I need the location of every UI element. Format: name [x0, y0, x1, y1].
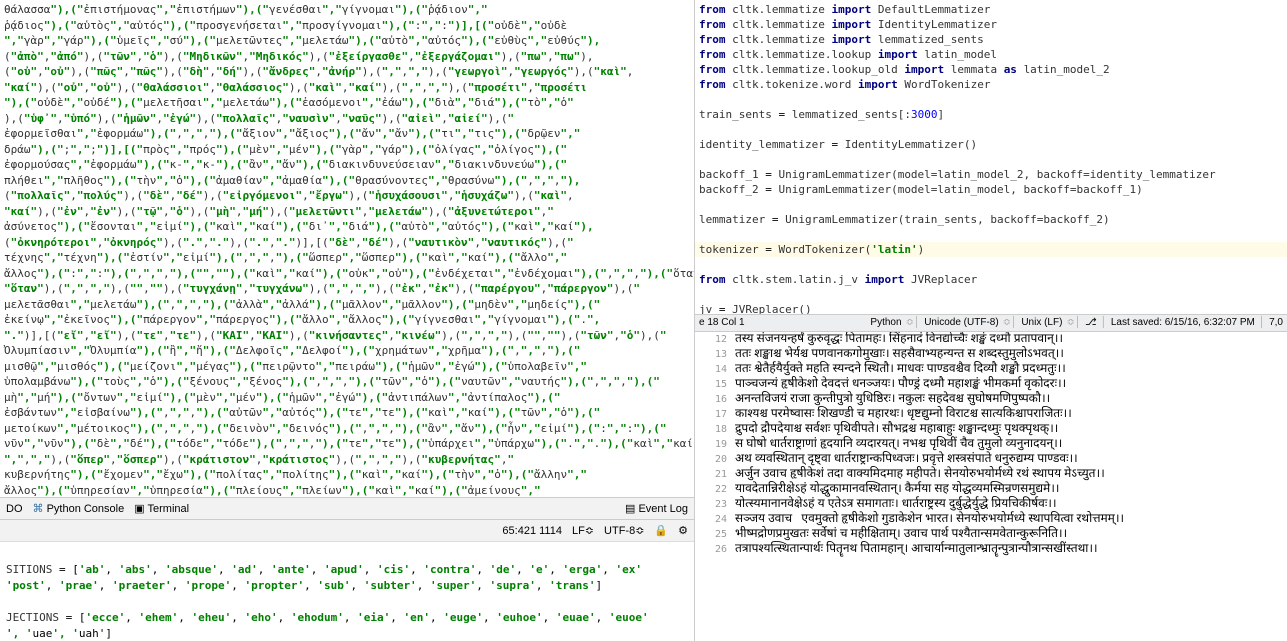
sanskrit-text: तत्रापश्यत्स्थितान्पार्थः पितॄनथ पितामहा…: [735, 542, 1097, 557]
sanskrit-panel[interactable]: 12तस्य संजनयन्हर्षं कुरुवृद्धः पितामहः। …: [695, 332, 1287, 641]
sanskrit-text: काश्यश्च परमेष्वासः शिखण्डी च महारथः। धृ…: [735, 407, 1072, 422]
line-number: 23: [695, 497, 735, 512]
line-row: 12तस्य संजनयन्हर्षं कुरुवृद्धः पितामहः। …: [695, 332, 1287, 347]
right-statusbar: e 18 Col 1 Python ≎│ Unicode (UTF-8) ≎│ …: [695, 314, 1287, 332]
line-row: 23योत्स्यमानानवेक्षेऽहं य एतेऽत्र समागता…: [695, 497, 1287, 512]
sanskrit-text: भीष्मद्रोणप्रमुखतः सर्वेषां च महीक्षिताम…: [735, 527, 1067, 542]
line-number: 22: [695, 482, 735, 497]
python-icon: ⌘: [33, 503, 44, 515]
line-number: 26: [695, 542, 735, 557]
sanskrit-text: यावदेतान्निरीक्षेऽहं योद्धुकामानवस्थितान…: [735, 482, 1059, 497]
sanskrit-text: तस्य संजनयन्हर्षं कुरुवृद्धः पितामहः। सि…: [735, 332, 1063, 347]
cursor-position: 65:421 1114: [502, 525, 562, 537]
encoding-selector[interactable]: Unicode (UTF-8): [924, 317, 998, 328]
sanskrit-text: अथ व्यवस्थितान् दृष्ट्वा धार्तराष्ट्रान्…: [735, 452, 1078, 467]
line-number: 15: [695, 377, 735, 392]
last-saved-label: Last saved: 6/15/16, 6:32:07 PM: [1111, 317, 1255, 328]
line-ending-selector[interactable]: Unix (LF): [1021, 317, 1062, 328]
latin-lists-panel[interactable]: SITIONS = ['ab', 'abs', 'absque', 'ad', …: [0, 541, 694, 641]
line-number: 24: [695, 512, 735, 527]
python-console-tab[interactable]: ⌘ Python Console: [33, 502, 125, 515]
line-row: 16अनन्तविजयं राजा कुन्तीपुत्रो युधिष्ठिर…: [695, 392, 1287, 407]
line-number: 18: [695, 422, 735, 437]
left-statusbar: 65:421 1114 LF≎ UTF-8≎ 🔒 ⚙: [0, 519, 694, 541]
greek-tuples-editor[interactable]: θάλασσα"),("ἐπιστήμονας","ἐπιστήμων"),("…: [0, 0, 694, 497]
line-row: 15पाञ्चजन्यं हृषीकेशो देवदत्तं धनञ्जयः। …: [695, 377, 1287, 392]
line-row: 24सञ्जय उवाच एवमुक्तो हृषीकेशो गुडाकेशेन…: [695, 512, 1287, 527]
line-number: 12: [695, 332, 735, 347]
sanskrit-text: अनन्तविजयं राजा कुन्तीपुत्रो युधिष्ठिरः।…: [735, 392, 1050, 407]
line-ending-selector[interactable]: LF≎: [572, 524, 594, 537]
zoom-label: 7,0: [1269, 317, 1283, 328]
branch-icon[interactable]: ⎇: [1085, 317, 1097, 328]
line-row: 17काश्यश्च परमेष्वासः शिखण्डी च महारथः। …: [695, 407, 1287, 422]
lock-icon[interactable]: 🔒: [654, 524, 668, 537]
line-number: 20: [695, 452, 735, 467]
sanskrit-text: सञ्जय उवाच एवमुक्तो हृषीकेशो गुडाकेशेन भ…: [735, 512, 1124, 527]
line-row: 25भीष्मद्रोणप्रमुखतः सर्वेषां च महीक्षित…: [695, 527, 1287, 542]
line-row: 19स घोषो धार्तराष्ट्राणां हृदयानि व्यदार…: [695, 437, 1287, 452]
line-row: 13ततः शङ्खाश्च भेर्यश्च पणवानकगोमुखाः। स…: [695, 347, 1287, 362]
line-number: 25: [695, 527, 735, 542]
line-row: 20अथ व्यवस्थितान् दृष्ट्वा धार्तराष्ट्रा…: [695, 452, 1287, 467]
line-number: 13: [695, 347, 735, 362]
line-number: 21: [695, 467, 735, 482]
left-pane: θάλασσα"),("ἐπιστήμονας","ἐπιστήμων"),("…: [0, 0, 695, 641]
line-row: 26तत्रापश्यत्स्थितान्पार्थः पितॄनथ पिताम…: [695, 542, 1287, 557]
event-log-tab[interactable]: ▤ Event Log: [625, 502, 688, 515]
line-row: 21अर्जुन उवाच हृषीकेशं तदा वाक्यमिदमाह म…: [695, 467, 1287, 482]
sanskrit-text: द्रुपदो द्रौपदेयाश्च सर्वशः पृथिवीपते। स…: [735, 422, 1058, 437]
terminal-icon: ▣: [134, 503, 144, 515]
line-number: 16: [695, 392, 735, 407]
log-icon: ▤: [625, 503, 635, 515]
encoding-selector[interactable]: UTF-8≎: [604, 524, 644, 537]
python-editor[interactable]: from cltk.lemmatize import DefaultLemmat…: [695, 0, 1287, 314]
line-row: 14ततः श्वेतैर्हयैर्युक्ते महति स्यन्दने …: [695, 362, 1287, 377]
line-row: 18द्रुपदो द्रौपदेयाश्च सर्वशः पृथिवीपते।…: [695, 422, 1287, 437]
line-number: 14: [695, 362, 735, 377]
right-pane: from cltk.lemmatize import DefaultLemmat…: [695, 0, 1287, 641]
sanskrit-text: स घोषो धार्तराष्ट्राणां हृदयानि व्यदारयत…: [735, 437, 1062, 452]
language-selector[interactable]: Python: [870, 317, 901, 328]
terminal-tab[interactable]: ▣ Terminal: [134, 502, 189, 515]
sanskrit-text: पाञ्चजन्यं हृषीकेशो देवदत्तं धनञ्जयः। पौ…: [735, 377, 1066, 392]
sanskrit-text: ततः श्वेतैर्हयैर्युक्ते महति स्यन्दने स्…: [735, 362, 1066, 377]
sanskrit-text: ततः शङ्खाश्च भेर्यश्च पणवानकगोमुखाः। सहस…: [735, 347, 1064, 362]
line-number: 17: [695, 407, 735, 422]
line-number: 19: [695, 437, 735, 452]
sanskrit-text: योत्स्यमानानवेक्षेऽहं य एतेऽत्र समागताः।…: [735, 497, 1056, 512]
line-row: 22यावदेतान्निरीक्षेऽहं योद्धुकामानवस्थित…: [695, 482, 1287, 497]
left-toolbar: DO ⌘ Python Console ▣ Terminal ▤ Event L…: [0, 497, 694, 519]
cursor-position: e 18 Col 1: [699, 317, 745, 328]
gear-icon[interactable]: ⚙: [678, 524, 688, 537]
do-label: DO: [6, 503, 23, 515]
sanskrit-text: अर्जुन उवाच हृषीकेशं तदा वाक्यमिदमाह मही…: [735, 467, 1105, 482]
